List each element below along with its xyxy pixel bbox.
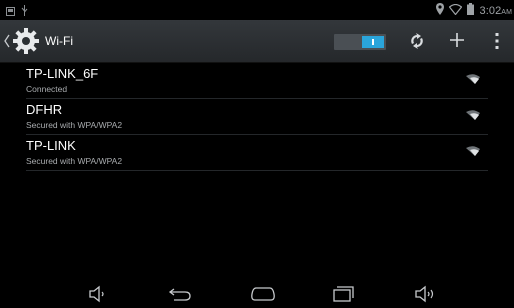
network-ssid: TP-LINK — [26, 138, 76, 153]
screenshot-icon — [6, 3, 15, 21]
location-icon — [436, 2, 445, 20]
status-bar: 3:02AM — [0, 0, 514, 20]
toggle-thumb — [362, 36, 384, 48]
wifi-signal-icon — [466, 74, 480, 84]
home-icon[interactable] — [250, 285, 276, 303]
volume-up-icon[interactable] — [414, 285, 436, 303]
settings-gear-icon[interactable] — [11, 26, 41, 56]
network-item[interactable]: TP-LINK Secured with WPA/WPA2 — [0, 135, 514, 170]
wifi-status-icon — [449, 2, 463, 20]
battery-icon — [467, 2, 475, 20]
network-ssid: DFHR — [26, 102, 63, 117]
wps-icon[interactable] — [408, 32, 426, 50]
network-status: Connected — [26, 84, 68, 94]
page-title: Wi-Fi — [45, 34, 73, 48]
network-ssid: TP-LINK_6F — [26, 66, 99, 81]
wifi-toggle-switch[interactable] — [334, 34, 386, 50]
wifi-signal-icon — [466, 146, 480, 156]
wifi-signal-icon — [466, 110, 480, 120]
back-icon[interactable] — [168, 285, 192, 303]
network-item[interactable]: TP-LINK_6F Connected — [0, 63, 514, 98]
up-caret-icon[interactable] — [4, 34, 10, 48]
network-status: Secured with WPA/WPA2 — [26, 156, 123, 166]
list-divider — [26, 170, 488, 171]
overflow-menu-icon[interactable] — [494, 32, 500, 50]
add-network-icon[interactable] — [449, 32, 465, 48]
action-bar: Wi-Fi — [0, 20, 514, 63]
usb-icon — [21, 3, 28, 21]
recent-apps-icon[interactable] — [332, 285, 356, 303]
network-status: Secured with WPA/WPA2 — [26, 120, 123, 130]
wifi-network-list: TP-LINK_6F Connected DFHR Secured with W… — [0, 63, 514, 171]
status-clock: 3:02AM — [479, 5, 512, 17]
navigation-bar — [0, 280, 514, 308]
volume-down-icon[interactable] — [88, 285, 106, 303]
network-item[interactable]: DFHR Secured with WPA/WPA2 — [0, 99, 514, 134]
